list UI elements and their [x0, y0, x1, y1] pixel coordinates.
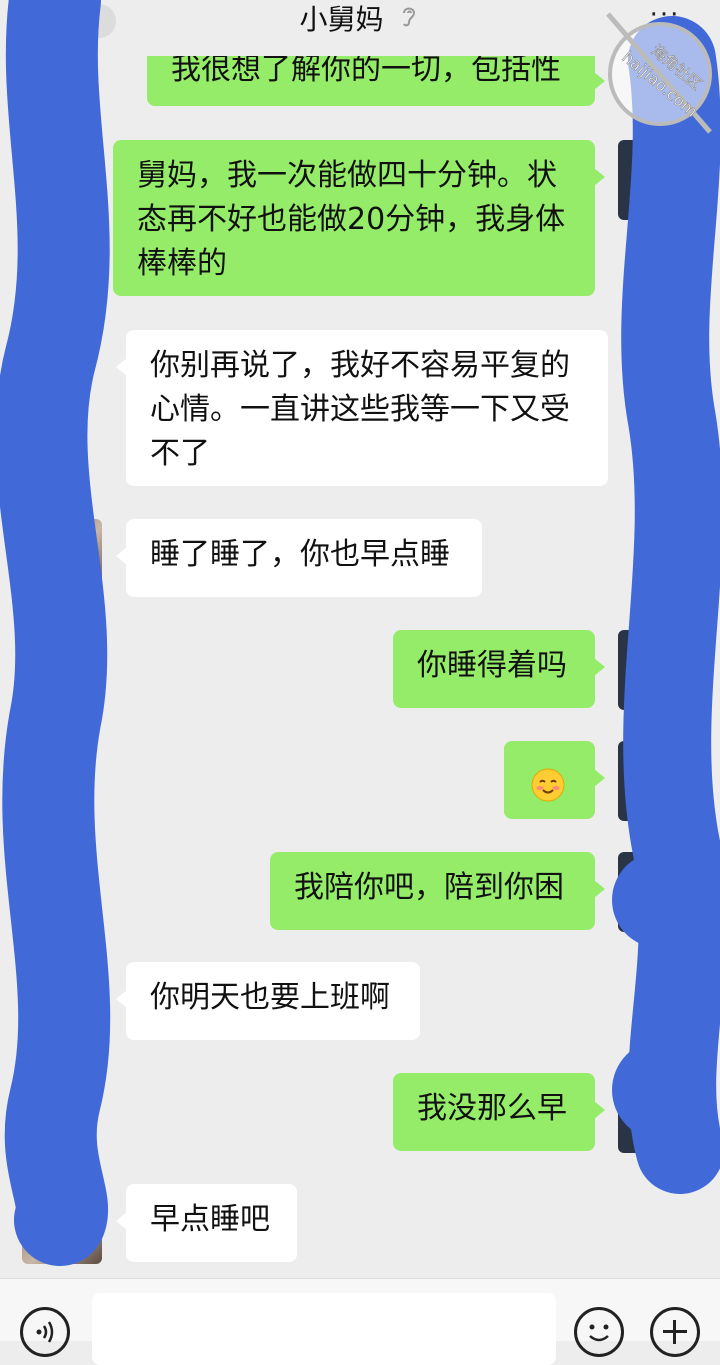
emoji-button[interactable] [574, 1307, 624, 1357]
message-input[interactable] [92, 1293, 556, 1365]
avatar[interactable] [618, 1073, 698, 1153]
message-bubble-incoming[interactable]: 你别再说了，我好不容易平复的心情。一直讲这些我等一下又受不了 [116, 330, 608, 486]
voice-input-button[interactable] [20, 1307, 70, 1357]
message-bubble-outgoing[interactable]: 你睡得着吗 [393, 630, 605, 708]
avatar[interactable] [22, 962, 102, 1042]
avatar[interactable] [22, 519, 102, 599]
message-bubble-outgoing[interactable]: 舅妈，我一次能做四十分钟。状态再不好也能做20分钟，我身体棒棒的 [113, 140, 605, 296]
more-functions-plus-button[interactable] [650, 1307, 700, 1357]
avatar[interactable] [618, 741, 698, 821]
avatar[interactable] [618, 852, 698, 932]
avatar[interactable] [618, 630, 698, 710]
input-bar [0, 1278, 720, 1365]
message-bubble-outgoing[interactable]: 我没那么早 [393, 1073, 605, 1151]
message-bubble-incoming[interactable]: 你明天也要上班啊 [116, 962, 420, 1040]
message-text: 早点睡吧 [150, 1202, 270, 1237]
message-text: 我没那么早 [417, 1091, 567, 1126]
message-text: 你睡得着吗 [417, 648, 567, 683]
message-text: 我很想了解你的一切，包括性 [171, 52, 561, 87]
chat-title-text: 小舅妈 [299, 3, 384, 36]
message-text: 我陪你吧，陪到你困 [294, 870, 564, 905]
message-bubble-incoming[interactable]: 睡了睡了，你也早点睡 [116, 519, 482, 597]
message-text: 你明天也要上班啊 [150, 980, 390, 1015]
smiley-face-icon [589, 1324, 609, 1342]
voice-wave-icon [36, 1321, 54, 1343]
avatar[interactable] [618, 140, 698, 220]
message-bubble-outgoing[interactable] [504, 741, 605, 819]
message-list[interactable]: 我很想了解你的一切，包括性 舅妈，我一次能做四十分钟。状态再不好也能做20分钟，… [0, 0, 720, 1278]
message-text: 你别再说了，我好不容易平复的心情。一直讲这些我等一下又受不了 [150, 348, 570, 471]
smiling-blush-emoji-icon [531, 768, 565, 801]
message-bubble-outgoing[interactable]: 我陪你吧，陪到你困 [270, 852, 605, 930]
message-text: 舅妈，我一次能做四十分钟。状态再不好也能做20分钟，我身体棒棒的 [137, 158, 566, 281]
ear-mute-icon [398, 1, 420, 41]
message-text: 睡了睡了，你也早点睡 [150, 537, 450, 572]
message-bubble-incoming[interactable]: 早点睡吧 [116, 1184, 297, 1262]
avatar[interactable] [22, 1184, 102, 1264]
watermark-logo: 海角社区 haijiao.com [598, 4, 718, 144]
